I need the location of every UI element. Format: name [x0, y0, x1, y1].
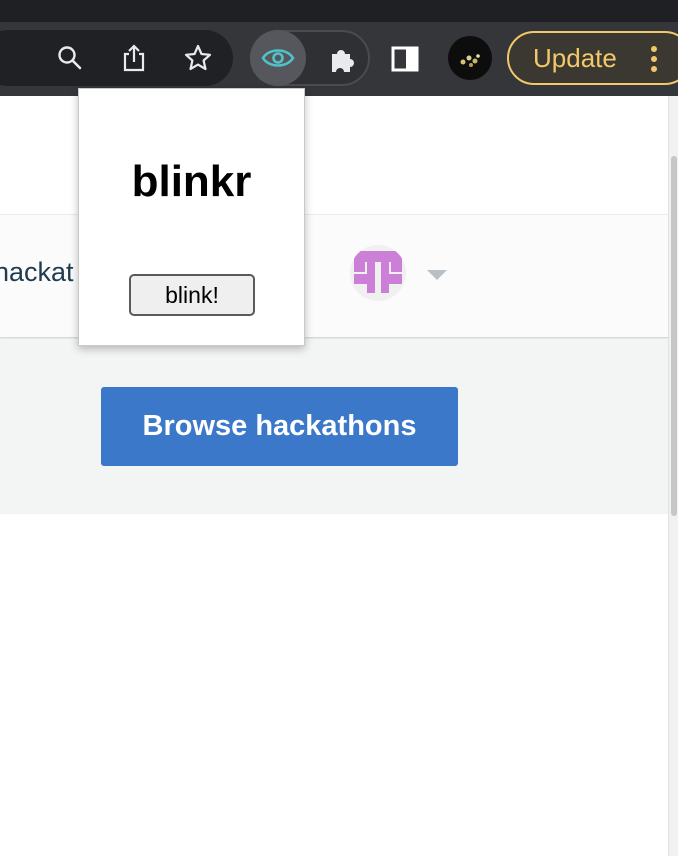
puzzle-icon[interactable]: [322, 40, 362, 80]
hero-section: Browse hackathons: [0, 339, 668, 514]
scrollbar-thumb[interactable]: [671, 156, 677, 516]
user-avatar[interactable]: [350, 245, 406, 301]
nav-link-hackathons[interactable]: hackat: [0, 257, 74, 288]
browse-hackathons-label: Browse hackathons: [142, 410, 417, 442]
kebab-menu-icon[interactable]: [650, 46, 658, 72]
blink-button[interactable]: blink!: [129, 274, 255, 316]
browse-hackathons-button[interactable]: Browse hackathons: [101, 387, 458, 466]
update-button-label: Update: [533, 42, 617, 73]
side-panel-icon[interactable]: [388, 42, 422, 76]
popup-title: blinkr: [131, 157, 252, 206]
browser-top-strip: [0, 0, 678, 22]
chevron-down-icon[interactable]: [427, 270, 447, 280]
extension-popup: blinkr blink!: [78, 88, 305, 346]
page-scrollbar[interactable]: [668, 96, 678, 856]
eye-icon[interactable]: [250, 30, 306, 86]
search-icon[interactable]: [52, 40, 88, 76]
profile-avatar[interactable]: [448, 36, 492, 80]
browser-toolbar: Update: [0, 22, 678, 96]
star-icon[interactable]: [180, 40, 216, 76]
share-icon[interactable]: [116, 40, 152, 76]
